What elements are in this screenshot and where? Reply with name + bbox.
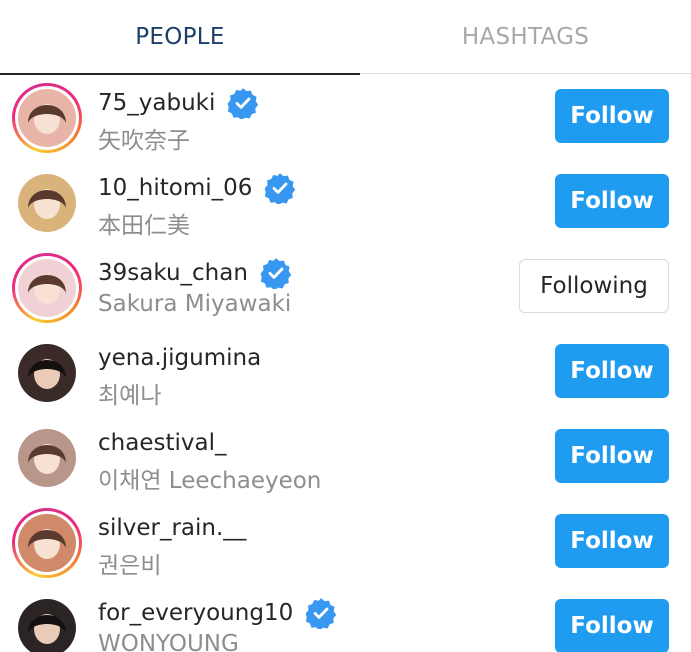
following-button[interactable]: Following bbox=[519, 259, 669, 313]
user-row[interactable]: yena.jigumina 최예나 Follow bbox=[0, 330, 691, 415]
avatar[interactable] bbox=[18, 599, 76, 652]
username-line: silver_rain.__ bbox=[98, 512, 246, 544]
avatar-border bbox=[15, 341, 79, 405]
username-line: for_everyoung10 bbox=[98, 597, 337, 631]
avatar-image bbox=[18, 429, 76, 487]
user-row[interactable]: for_everyoung10 WONYOUNG Follow bbox=[0, 585, 691, 652]
user-row[interactable]: 75_yabuki 矢吹奈子 Follow bbox=[0, 75, 691, 160]
username-line: 10_hitomi_06 bbox=[98, 172, 296, 206]
user-row[interactable]: 39saku_chan Sakura Miyawaki Following bbox=[0, 245, 691, 330]
follow-button[interactable]: Follow bbox=[555, 514, 669, 568]
avatar-ring[interactable] bbox=[12, 338, 82, 408]
avatar[interactable] bbox=[18, 429, 76, 487]
avatar-border bbox=[15, 511, 79, 575]
avatar[interactable] bbox=[18, 344, 76, 402]
full-name: 권은비 bbox=[98, 553, 162, 579]
avatar[interactable] bbox=[18, 89, 76, 147]
username[interactable]: yena.jigumina bbox=[98, 345, 261, 371]
user-row[interactable]: 10_hitomi_06 本田仁美 Follow bbox=[0, 160, 691, 245]
avatar-border bbox=[15, 171, 79, 235]
verified-badge-icon bbox=[227, 87, 259, 121]
full-name: Sakura Miyawaki bbox=[98, 291, 292, 317]
avatar-ring[interactable] bbox=[12, 253, 82, 323]
verified-badge-icon bbox=[260, 257, 292, 291]
avatar-image bbox=[18, 89, 76, 147]
avatar-ring[interactable] bbox=[12, 423, 82, 493]
user-row[interactable]: chaestival_ 이채연 Leechaeyeon Follow bbox=[0, 415, 691, 500]
verified-badge-icon bbox=[305, 597, 337, 631]
username[interactable]: silver_rain.__ bbox=[98, 515, 246, 541]
user-row[interactable]: silver_rain.__ 권은비 Follow bbox=[0, 500, 691, 585]
tab-bar: PEOPLE HASHTAGS bbox=[0, 0, 691, 75]
username-line: 39saku_chan bbox=[98, 257, 292, 291]
username[interactable]: 75_yabuki bbox=[98, 90, 215, 116]
avatar-border bbox=[15, 86, 79, 150]
people-list: 75_yabuki 矢吹奈子 Follow 10_hitomi_06 本田仁美 … bbox=[0, 75, 691, 652]
username[interactable]: chaestival_ bbox=[98, 430, 226, 456]
follow-button[interactable]: Follow bbox=[555, 599, 669, 652]
avatar[interactable] bbox=[18, 174, 76, 232]
username[interactable]: 10_hitomi_06 bbox=[98, 175, 252, 201]
avatar-ring[interactable] bbox=[12, 508, 82, 578]
username-line: chaestival_ bbox=[98, 427, 226, 459]
username[interactable]: for_everyoung10 bbox=[98, 600, 293, 626]
follow-button[interactable]: Follow bbox=[555, 344, 669, 398]
avatar-image bbox=[18, 599, 76, 652]
avatar-border bbox=[15, 256, 79, 320]
avatar-ring[interactable] bbox=[12, 168, 82, 238]
full-name: 최예나 bbox=[98, 383, 162, 409]
full-name: WONYOUNG bbox=[98, 631, 239, 652]
avatar[interactable] bbox=[18, 514, 76, 572]
tab-hashtags[interactable]: HASHTAGS bbox=[360, 0, 691, 74]
search-results-page: PEOPLE HASHTAGS 75_yabuki 矢吹奈子 Follow 10… bbox=[0, 0, 691, 652]
follow-button[interactable]: Follow bbox=[555, 429, 669, 483]
avatar[interactable] bbox=[18, 259, 76, 317]
avatar-image bbox=[18, 174, 76, 232]
username-line: yena.jigumina bbox=[98, 342, 261, 374]
tab-people[interactable]: PEOPLE bbox=[0, 0, 360, 75]
full-name: 本田仁美 bbox=[98, 213, 190, 239]
full-name: 이채연 Leechaeyeon bbox=[98, 468, 322, 494]
avatar-image bbox=[18, 344, 76, 402]
username-line: 75_yabuki bbox=[98, 87, 259, 121]
avatar-ring[interactable] bbox=[12, 593, 82, 652]
follow-button[interactable]: Follow bbox=[555, 174, 669, 228]
avatar-image bbox=[18, 514, 76, 572]
avatar-image bbox=[18, 259, 76, 317]
full-name: 矢吹奈子 bbox=[98, 128, 190, 154]
username[interactable]: 39saku_chan bbox=[98, 260, 248, 286]
verified-badge-icon bbox=[264, 172, 296, 206]
avatar-border bbox=[15, 426, 79, 490]
avatar-ring[interactable] bbox=[12, 83, 82, 153]
follow-button[interactable]: Follow bbox=[555, 89, 669, 143]
avatar-border bbox=[15, 596, 79, 652]
